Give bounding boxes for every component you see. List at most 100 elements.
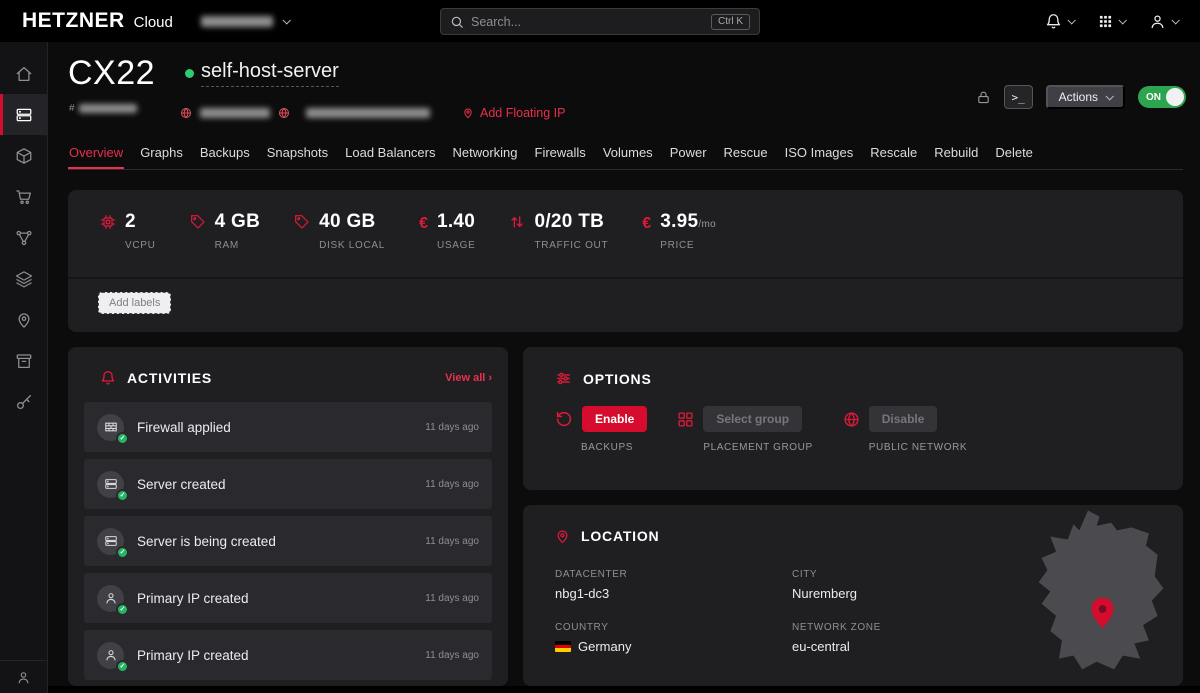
stat-label: VCPU [125, 240, 156, 251]
add-floating-ip-label: Add Floating IP [480, 106, 565, 120]
tab-rescue[interactable]: Rescue [723, 141, 769, 169]
console-button[interactable]: >_ [1004, 85, 1033, 109]
activity-row[interactable]: ✓ Primary IP created 11 days ago [84, 573, 492, 623]
location-field-city: CITY Nuremberg [792, 569, 1022, 601]
sidebar-item-ordering[interactable] [0, 176, 47, 217]
activity-row[interactable]: ✓ Primary IP created 11 days ago [84, 630, 492, 680]
view-all-link[interactable]: View all › [445, 372, 492, 384]
tab-delete[interactable]: Delete [994, 141, 1034, 169]
tab-load-balancers[interactable]: Load Balancers [344, 141, 436, 169]
server-id-redacted [79, 104, 137, 113]
sidebar-item-storage-boxes[interactable] [0, 340, 47, 381]
tab-power[interactable]: Power [669, 141, 708, 169]
tab-iso-images[interactable]: ISO Images [784, 141, 855, 169]
sidebar-item-load-balancers[interactable] [0, 258, 47, 299]
ipv6-address-redacted [306, 108, 430, 118]
activity-label: Firewall applied [137, 420, 231, 435]
tab-firewalls[interactable]: Firewalls [534, 141, 587, 169]
server-id-prefix: # [69, 103, 75, 114]
success-badge: ✓ [116, 489, 129, 502]
tab-backups[interactable]: Backups [199, 141, 251, 169]
tab-networking[interactable]: Networking [451, 141, 518, 169]
project-selector[interactable] [201, 16, 289, 27]
chevron-down-icon [1171, 16, 1179, 24]
select-group-button[interactable]: Select group [703, 406, 802, 432]
disable-public-network-button[interactable]: Disable [869, 406, 938, 432]
search-input-wrap[interactable]: Ctrl K [440, 8, 760, 35]
location-field-network-zone: NETWORK ZONE eu-central [792, 622, 1022, 654]
euro-icon: € [642, 214, 651, 251]
ipv4-icon [180, 107, 192, 119]
actions-label: Actions [1059, 90, 1098, 104]
field-value: nbg1-dc3 [555, 586, 792, 601]
sidebar-item-images[interactable] [0, 135, 47, 176]
search-icon [450, 15, 464, 29]
stat-label: TRAFFIC OUT [534, 240, 608, 251]
map-pin-icon [555, 529, 570, 544]
user-menu[interactable] [1143, 13, 1184, 30]
euro-icon: € [419, 214, 428, 251]
add-floating-ip-link[interactable]: Add Floating IP [462, 106, 565, 120]
field-label: CITY [792, 569, 1022, 580]
sidebar-item-account[interactable] [0, 660, 47, 693]
sidebar-item-networks[interactable] [0, 217, 47, 258]
sidebar-item-floating-ips[interactable] [0, 299, 47, 340]
tab-rescale[interactable]: Rescale [869, 141, 918, 169]
stat-suffix: /mo [698, 219, 716, 230]
location-title: LOCATION [581, 528, 659, 544]
tab-snapshots[interactable]: Snapshots [266, 141, 329, 169]
activity-time: 11 days ago [425, 650, 479, 661]
project-name-redacted [201, 16, 273, 27]
stat-label: PRICE [660, 240, 716, 251]
stat-ram: 4 GB RAM [190, 211, 261, 251]
status-dot [185, 69, 194, 78]
tab-overview[interactable]: Overview [68, 141, 124, 169]
tab-volumes[interactable]: Volumes [602, 141, 654, 169]
enable-backups-button[interactable]: Enable [582, 406, 647, 432]
network-nodes-icon [15, 229, 33, 247]
search-input[interactable] [471, 15, 704, 29]
option-public-network: Disable PUBLIC NETWORK [843, 406, 967, 453]
activity-row[interactable]: ✓ Server created 11 days ago [84, 459, 492, 509]
ip-row: Add Floating IP [180, 106, 565, 120]
stat-label: USAGE [437, 240, 476, 251]
topbar-right [1039, 0, 1184, 42]
apps-grid-icon [1098, 14, 1113, 29]
tab-rebuild[interactable]: Rebuild [933, 141, 979, 169]
sidebar-item-security[interactable] [0, 381, 47, 422]
add-labels-button[interactable]: Add labels [98, 292, 171, 314]
option-backups: Enable BACKUPS [555, 406, 647, 453]
ram-icon [190, 214, 206, 251]
history-icon [555, 410, 573, 428]
field-value: Germany [578, 639, 631, 654]
sidebar-item-home[interactable] [0, 53, 47, 94]
search-shortcut-hint: Ctrl K [711, 14, 750, 30]
activity-time: 11 days ago [425, 536, 479, 547]
success-badge: ✓ [116, 660, 129, 673]
hetzner-logo[interactable]: HETZNER Cloud [22, 9, 173, 33]
sidebar [0, 42, 48, 693]
activities-card: ACTIVITIES View all › ✓ Firewall applied… [68, 347, 508, 686]
activity-label: Server is being created [137, 534, 276, 549]
stat-label: RAM [215, 240, 261, 251]
person-icon [16, 670, 31, 685]
option-placement-group: Select group PLACEMENT GROUP [677, 406, 812, 453]
globe-icon [843, 411, 860, 428]
actions-button[interactable]: Actions [1046, 85, 1125, 109]
germany-flag-icon [555, 641, 571, 652]
server-name[interactable]: self-host-server [201, 60, 339, 87]
divider [68, 277, 1183, 279]
notifications-menu[interactable] [1039, 13, 1080, 30]
main-content: CX22 # self-host-server Add Floating IP … [48, 42, 1200, 693]
field-value: Nuremberg [792, 586, 1022, 601]
stat-traffic: 0/20 TB TRAFFIC OUT [509, 211, 608, 251]
apps-menu[interactable] [1092, 14, 1131, 29]
tab-graphs[interactable]: Graphs [139, 141, 184, 169]
user-icon [1149, 13, 1166, 30]
sidebar-item-servers[interactable] [0, 94, 47, 135]
server-icon [15, 106, 33, 124]
activity-row[interactable]: ✓ Firewall applied 11 days ago [84, 402, 492, 452]
activity-row[interactable]: ✓ Server is being created 11 days ago [84, 516, 492, 566]
power-toggle[interactable]: ON [1138, 86, 1186, 108]
cart-icon [15, 188, 33, 206]
